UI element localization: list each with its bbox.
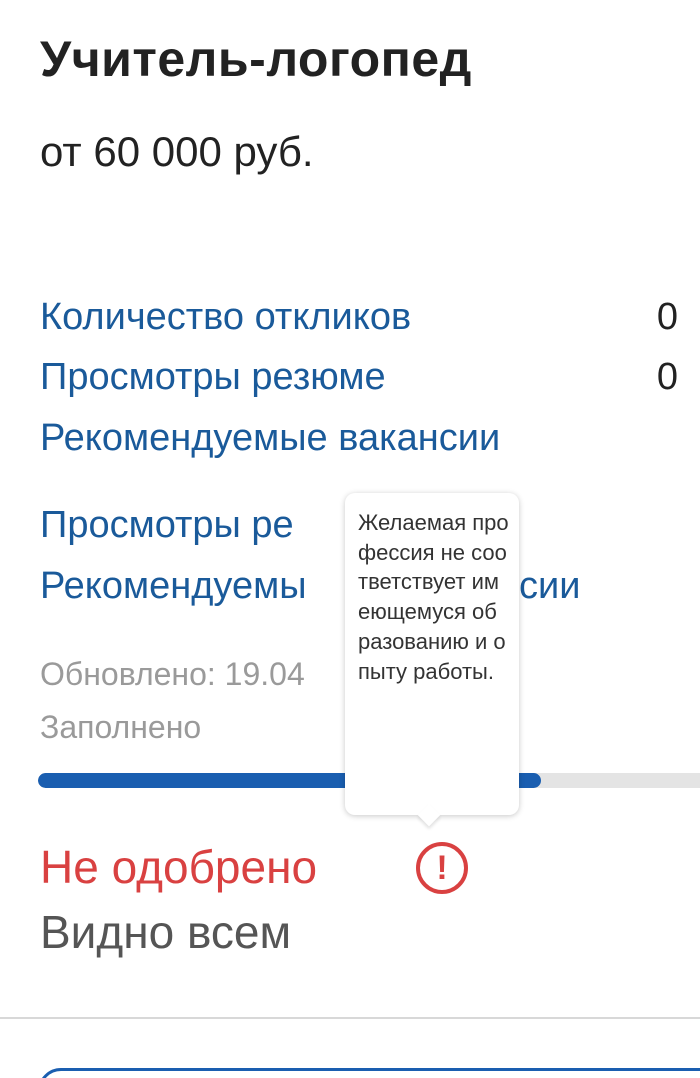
bottom-action-button[interactable] [38, 1068, 700, 1078]
recommended-vacancies-link-2[interactable]: Рекомендуемы [40, 565, 307, 608]
tooltip-text: Желаемая профессия не соответствует имею… [358, 510, 509, 684]
resume-card: Учитель-логопед от 60 000 руб. Количеств… [0, 0, 700, 1078]
visibility-status[interactable]: Видно всем [40, 905, 291, 959]
resume-views-link[interactable]: Просмотры резюме [40, 356, 386, 399]
updated-date: Обновлено: 19.04 [40, 656, 305, 692]
recommended-vacancies-text-end[interactable]: сии [519, 565, 580, 608]
exclamation-circle-icon[interactable]: ! [416, 842, 468, 894]
recommended-vacancies-text-start: Рекомендуемы [40, 565, 307, 607]
recommended-vacancies-link[interactable]: Рекомендуемые вакансии [40, 417, 500, 460]
filled-label: Заполнено [40, 709, 202, 745]
resume-views-value: 0 [656, 356, 678, 398]
resume-salary: от 60 000 руб. [40, 128, 314, 175]
tooltip-arrow [417, 803, 441, 827]
moderation-status: Не одобрено [40, 841, 318, 893]
rejection-reason-tooltip: Желаемая профессия не соответствует имею… [345, 493, 519, 827]
responses-count-value: 0 [656, 296, 678, 338]
resume-title[interactable]: Учитель-логопед [40, 30, 472, 88]
resume-views-link-2[interactable]: Просмотры ре [40, 504, 294, 547]
section-divider [0, 1017, 700, 1019]
responses-count-link[interactable]: Количество откликов [40, 296, 411, 339]
